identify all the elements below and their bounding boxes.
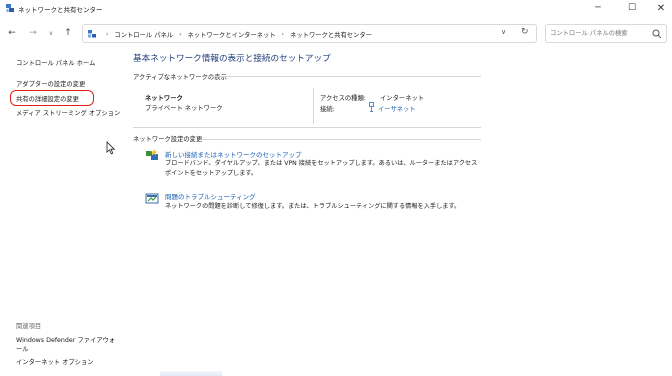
divider	[313, 88, 314, 124]
address-bar[interactable]: › コントロール パネル › ネットワークとインターネット › ネットワークと共…	[82, 24, 537, 43]
media-streaming-options-link[interactable]: メディア ストリーミング オプション	[16, 108, 120, 117]
windows-defender-firewall-link[interactable]: Windows Defender ファイアウォール	[16, 336, 116, 354]
refresh-button[interactable]: ↻	[521, 27, 529, 37]
search-box[interactable]	[545, 24, 667, 43]
maximize-button[interactable]: ☐	[617, 0, 647, 16]
main-title: 基本ネットワーク情報の表示と接続のセットアップ	[133, 54, 331, 64]
control-panel-home-link[interactable]: コントロール パネル ホーム	[16, 58, 95, 67]
title-bar: ネットワークと共有センター ─ ☐ ✕	[0, 0, 672, 18]
troubleshoot-icon	[145, 193, 159, 204]
control-panel-icon	[88, 30, 96, 38]
highlight-annotation	[10, 90, 94, 106]
mouse-cursor-icon	[106, 141, 115, 155]
close-button[interactable]: ✕	[646, 0, 672, 16]
access-type-value: インターネット	[380, 95, 425, 102]
breadcrumb-separator[interactable]: ›	[179, 31, 181, 38]
breadcrumb: › コントロール パネル › ネットワークとインターネット › ネットワークと共…	[100, 30, 372, 39]
setup-new-connection-link[interactable]: 新しい接続またはネットワークのセットアップ	[165, 149, 302, 159]
connections-label: 接続:	[320, 106, 335, 113]
window-title: ネットワークと共有センター	[18, 6, 103, 14]
breadcrumb-control-panel[interactable]: コントロール パネル	[114, 30, 173, 39]
access-type-label: アクセスの種類:	[320, 95, 366, 102]
breadcrumb-separator[interactable]: ›	[282, 31, 284, 38]
search-icon[interactable]	[652, 29, 662, 39]
address-dropdown-button[interactable]: ∨	[501, 28, 506, 36]
forward-button[interactable]: →	[26, 26, 40, 40]
network-type: プライベート ネットワーク	[145, 105, 223, 112]
left-pane: コントロール パネル ホーム アダプターの設定の変更 共有の詳細設定の変更 メデ…	[0, 46, 125, 376]
network-setup-icon	[146, 149, 158, 160]
recent-locations-button[interactable]: ∨	[44, 26, 58, 40]
internet-options-link[interactable]: インターネット オプション	[16, 357, 94, 366]
breadcrumb-separator: ›	[106, 31, 109, 38]
ethernet-connection-link[interactable]: イーサネット	[378, 104, 416, 113]
ethernet-icon	[369, 102, 374, 112]
setup-new-connection-description: ブロードバンド、ダイヤルアップ、または VPN 接続をセットアップします。あるい…	[165, 160, 478, 177]
troubleshoot-problems-description: ネットワークの問題を診断して修復します。または、トラブルシューティングに関する情…	[165, 203, 461, 210]
troubleshoot-problems-link[interactable]: 問題のトラブルシューティング	[165, 191, 256, 201]
minimize-button[interactable]: ─	[583, 0, 613, 16]
up-button[interactable]: ↑	[61, 26, 75, 40]
taskbar-edge	[160, 371, 222, 376]
breadcrumb-network-sharing-center[interactable]: ネットワークと共有センター	[290, 30, 372, 39]
back-button[interactable]: ←	[5, 26, 19, 40]
divider	[133, 127, 481, 128]
breadcrumb-network-internet[interactable]: ネットワークとインターネット	[188, 30, 276, 39]
related-section-title: 関連項目	[16, 323, 42, 330]
change-adapter-settings-link[interactable]: アダプターの設定の変更	[16, 79, 85, 88]
network-center-app-icon	[6, 4, 14, 12]
network-name: ネットワーク	[145, 95, 183, 102]
change-settings-heading: ネットワーク設定の変更	[133, 136, 203, 143]
divider	[204, 76, 481, 77]
divider	[202, 139, 481, 140]
address-row: ← → ∨ ↑ › コントロール パネル › ネットワークとインターネット › …	[0, 22, 672, 44]
search-input[interactable]	[550, 27, 650, 40]
